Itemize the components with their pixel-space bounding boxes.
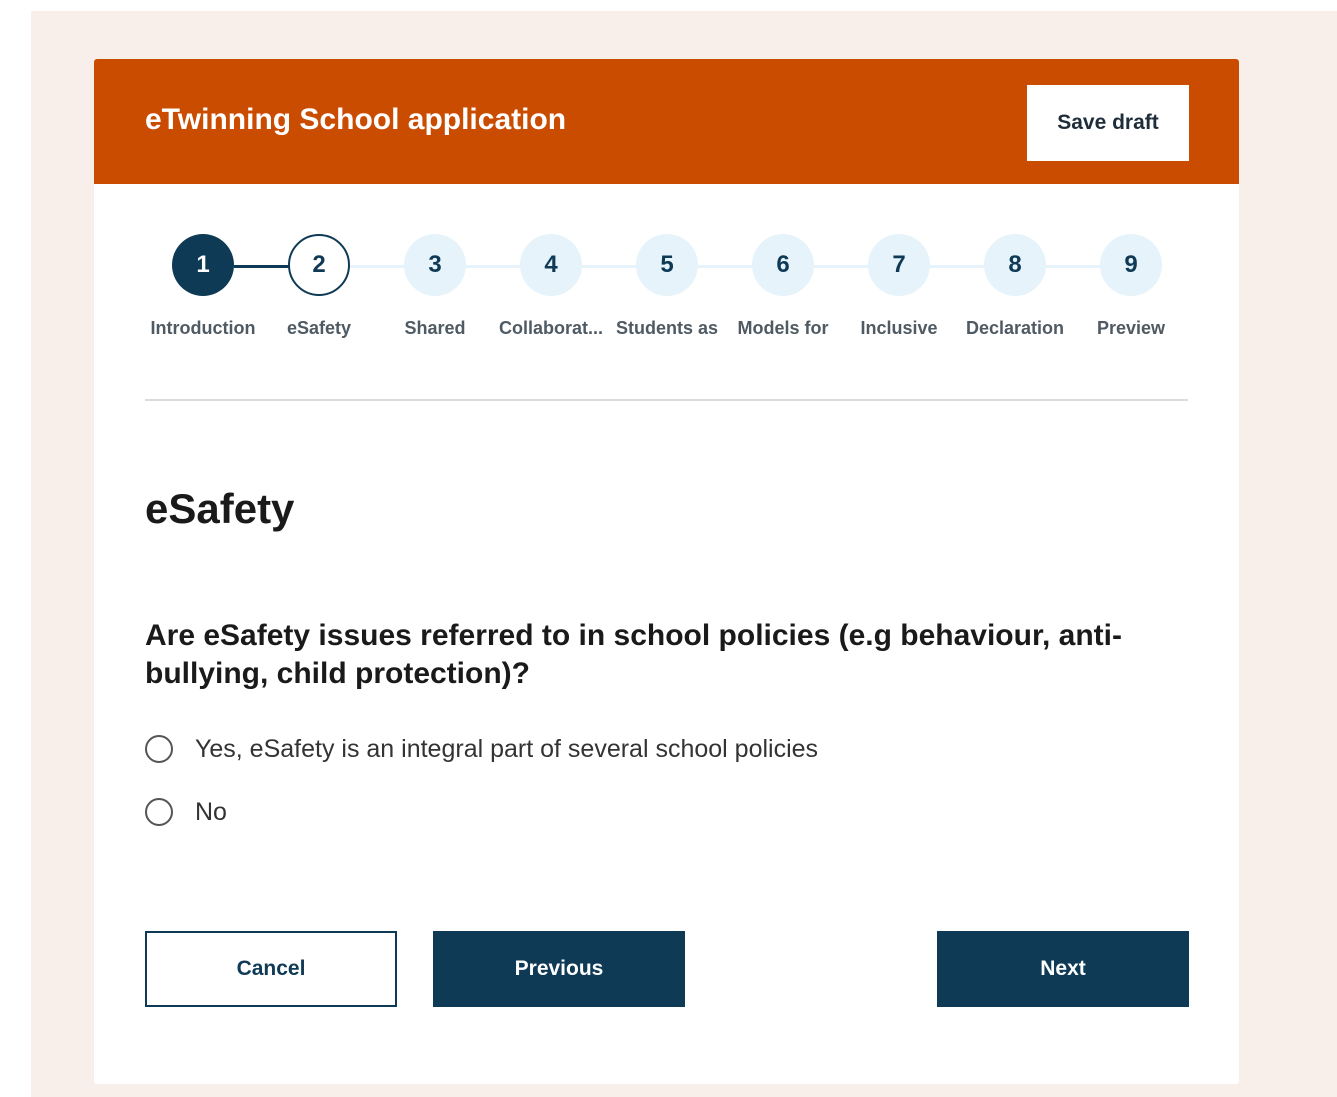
step-label: Declaration [965, 318, 1065, 338]
step-students-as[interactable]: 5 Students as [605, 234, 729, 339]
progress-stepper: 1 Introduction 2 eSafety 3 Shared 4 Coll… [94, 234, 1239, 354]
step-number: 7 [868, 234, 930, 296]
option-yes[interactable]: Yes, eSafety is an integral part of seve… [145, 732, 818, 766]
option-no[interactable]: No [145, 795, 227, 829]
step-label: Collaborat... [498, 318, 603, 338]
step-declaration[interactable]: 8 Declaration [953, 234, 1077, 339]
step-number: 8 [984, 234, 1046, 296]
step-number: 6 [752, 234, 814, 296]
step-number: 4 [520, 234, 582, 296]
question-text: Are eSafety issues referred to in school… [145, 619, 1122, 690]
form-header: eTwinning School application Save draft [94, 59, 1239, 184]
step-label: eSafety [286, 318, 352, 338]
step-label: Inclusive [860, 318, 938, 338]
previous-button[interactable]: Previous [433, 931, 685, 1007]
option-label: No [195, 798, 227, 826]
step-introduction[interactable]: 1 Introduction [141, 234, 265, 339]
radio-button[interactable] [145, 798, 173, 826]
step-preview[interactable]: 9 Preview [1069, 234, 1193, 339]
application-form-card: eTwinning School application Save draft … [94, 59, 1239, 1084]
cancel-button[interactable]: Cancel [145, 931, 397, 1007]
radio-button[interactable] [145, 735, 173, 763]
application-title: eTwinning School application [145, 103, 567, 136]
step-collaboration[interactable]: 4 Collaborat... [489, 234, 613, 339]
step-esafety[interactable]: 2 eSafety [257, 234, 381, 339]
step-label: Preview [1096, 318, 1166, 338]
step-models-for[interactable]: 6 Models for [721, 234, 845, 339]
step-number: 1 [172, 234, 234, 296]
section-title: eSafety [145, 485, 295, 532]
next-button[interactable]: Next [937, 931, 1189, 1007]
step-number: 9 [1100, 234, 1162, 296]
step-label: Students as [615, 318, 719, 338]
step-label: Shared [404, 318, 466, 338]
step-label: Models for [737, 318, 829, 338]
step-number: 3 [404, 234, 466, 296]
step-number: 5 [636, 234, 698, 296]
step-shared[interactable]: 3 Shared [373, 234, 497, 339]
step-label: Introduction [150, 318, 256, 338]
step-number: 2 [288, 234, 350, 296]
section-divider [145, 399, 1188, 401]
option-label: Yes, eSafety is an integral part of seve… [195, 735, 819, 763]
step-inclusive[interactable]: 7 Inclusive [837, 234, 961, 339]
save-draft-button[interactable]: Save draft [1027, 85, 1189, 161]
